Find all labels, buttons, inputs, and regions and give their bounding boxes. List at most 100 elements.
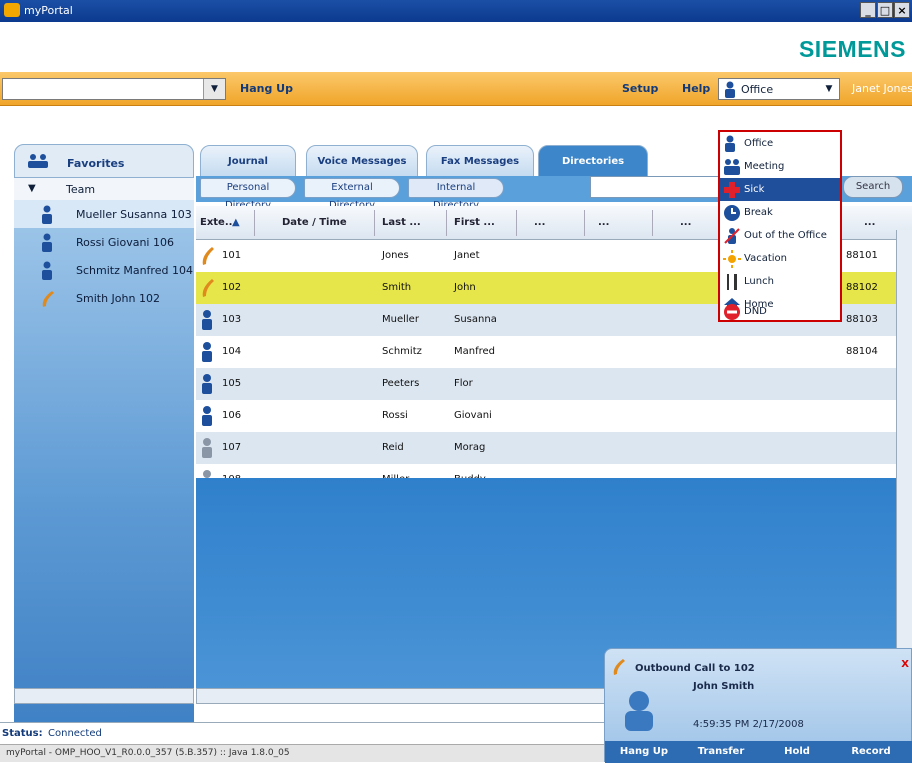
column-header-phone[interactable]: ...	[534, 217, 545, 228]
team-group[interactable]: ▼ Team	[14, 178, 194, 200]
column-header-extra[interactable]: ...	[680, 217, 691, 228]
sidebar-scrollbar[interactable]	[14, 688, 194, 704]
phone-handset-icon	[202, 247, 214, 265]
caller-name: John Smith	[693, 681, 755, 692]
cell-last: Reid	[382, 442, 404, 453]
call-hangup-button[interactable]: Hang Up	[609, 744, 679, 760]
column-header-number[interactable]: ...	[864, 217, 875, 228]
close-icon[interactable]: ×	[894, 2, 910, 18]
person-icon	[42, 205, 52, 224]
red-cross-icon	[724, 182, 740, 198]
table-row[interactable]: 107 Reid Morag	[196, 432, 912, 464]
phone-handset-icon	[42, 291, 54, 307]
toolbar: ▼ Hang Up Setup Help Office ▼ Janet Jone…	[0, 72, 912, 106]
column-header-last[interactable]: Last ...	[382, 217, 421, 228]
option-label: Lunch	[744, 276, 774, 287]
person-icon	[202, 406, 212, 426]
setup-button[interactable]: Setup	[622, 82, 658, 95]
cell-extra: 88103	[846, 314, 878, 325]
chevron-down-icon[interactable]: ▼	[819, 79, 839, 99]
cell-ext: 103	[222, 314, 242, 325]
call-title: Outbound Call to 102	[635, 663, 755, 674]
column-header-date-time[interactable]: Date / Time	[282, 217, 347, 228]
hold-button[interactable]: Hold	[765, 744, 829, 760]
cell-extra: 88104	[846, 346, 878, 357]
presence-option-meeting[interactable]: Meeting	[720, 155, 840, 178]
do-not-disturb-icon	[724, 304, 740, 320]
phone-handset-icon	[613, 659, 625, 675]
chevron-down-icon[interactable]: ▼	[203, 79, 225, 99]
subtab-personal[interactable]: Personal Directory	[200, 178, 296, 211]
clock-icon	[724, 205, 740, 221]
subtab-external[interactable]: External Directory	[304, 178, 400, 211]
table-row[interactable]: 105 Peeters Flor	[196, 368, 912, 400]
person-icon	[42, 233, 52, 252]
title-bar: myPortal _ □ ×	[0, 0, 912, 22]
presence-option-dnd[interactable]: DND	[720, 300, 840, 323]
column-divider	[652, 210, 653, 236]
status-value: Connected	[48, 728, 102, 739]
cell-first: Susanna	[454, 314, 497, 325]
transfer-button[interactable]: Transfer	[685, 744, 757, 760]
table-horizontal-scrollbar[interactable]	[196, 688, 606, 704]
tab-journal[interactable]: Journal	[200, 145, 296, 177]
number-input[interactable]: ▼	[2, 78, 226, 100]
window-title: myPortal	[24, 4, 73, 17]
maximize-icon[interactable]: □	[877, 2, 893, 18]
tab-voice-messages[interactable]: Voice Messages	[306, 145, 418, 177]
column-header-first[interactable]: First ...	[454, 217, 495, 228]
cell-first: John	[454, 282, 476, 293]
table-row[interactable]: 106 Rossi Giovani	[196, 400, 912, 432]
option-label: Sick	[744, 184, 765, 195]
cell-extra: 88101	[846, 250, 878, 261]
contact-item[interactable]: Mueller Susanna 103	[14, 200, 194, 228]
presence-option-office[interactable]: Office	[720, 132, 840, 155]
status-bar: Status: Connected	[0, 722, 604, 744]
tab-directories[interactable]: Directories	[538, 145, 648, 177]
minimize-icon[interactable]: _	[860, 2, 876, 18]
person-icon	[202, 310, 212, 330]
cell-last: Rossi	[382, 410, 408, 421]
presence-option-lunch[interactable]: Lunch	[720, 270, 840, 293]
close-icon[interactable]: X	[901, 659, 909, 670]
search-button[interactable]: Search	[843, 176, 903, 198]
hangup-button[interactable]: Hang Up	[240, 82, 293, 95]
person-icon	[42, 261, 52, 280]
table-row[interactable]: 104 Schmitz Manfred 88104	[196, 336, 912, 368]
favorites-label: Favorites	[67, 157, 125, 170]
column-divider	[516, 210, 517, 236]
avatar	[625, 691, 653, 731]
record-button[interactable]: Record	[835, 744, 907, 760]
cell-first: Manfred	[454, 346, 496, 357]
presence-select[interactable]: Office ▼	[718, 78, 840, 100]
group-icon	[28, 154, 48, 168]
table-vertical-scrollbar[interactable]	[896, 230, 912, 690]
presence-option-break[interactable]: Break	[720, 201, 840, 224]
column-header-mobile[interactable]: ...	[598, 217, 609, 228]
column-header-extension[interactable]: Exte...	[200, 217, 236, 228]
presence-dropdown: Office Meeting Sick Break Out of the Off…	[718, 130, 842, 322]
contact-item[interactable]: Rossi Giovani 106	[14, 228, 194, 256]
favorites-header[interactable]: Favorites	[14, 144, 194, 178]
tab-fax-messages[interactable]: Fax Messages	[426, 145, 534, 177]
subtab-internal[interactable]: Internal Directory	[408, 178, 504, 211]
presence-option-vacation[interactable]: Vacation	[720, 247, 840, 270]
presence-option-out-of-office[interactable]: Out of the Office	[720, 224, 840, 247]
person-icon	[202, 374, 212, 394]
help-button[interactable]: Help	[682, 82, 710, 95]
search-input[interactable]	[590, 176, 720, 198]
sidebar: Favorites ▼ Team Mueller Susanna 103 Ros…	[14, 144, 194, 744]
call-actions: Hang Up Transfer Hold Record	[605, 741, 912, 763]
column-divider	[374, 210, 375, 236]
cell-ext: 104	[222, 346, 242, 357]
cell-last: Peeters	[382, 378, 420, 389]
contact-item[interactable]: Schmitz Manfred 104	[14, 256, 194, 284]
collapse-icon[interactable]: ▼	[28, 183, 36, 194]
option-label: Office	[744, 138, 774, 149]
sun-icon	[723, 250, 741, 268]
option-label: Vacation	[744, 253, 787, 264]
option-label: Meeting	[744, 161, 785, 172]
cell-last: Smith	[382, 282, 412, 293]
presence-option-sick[interactable]: Sick	[720, 178, 840, 201]
contact-item[interactable]: Smith John 102	[14, 284, 194, 312]
